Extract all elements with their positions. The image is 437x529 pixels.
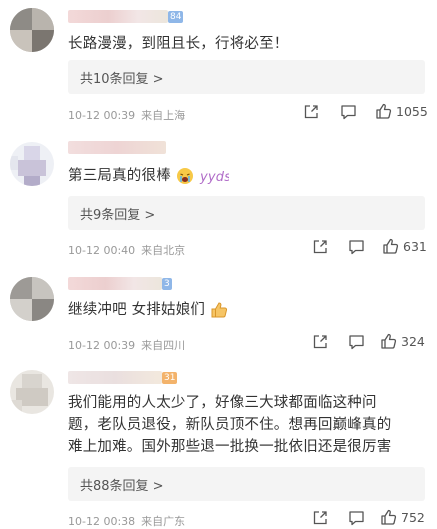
user-level-badge: 84 (168, 11, 184, 23)
comment-button[interactable] (348, 510, 365, 526)
user-level-badge: 31 (162, 372, 178, 384)
share-button[interactable] (312, 510, 328, 526)
comment-text: 继续冲吧 女排姑娘们 (68, 299, 423, 321)
like-button[interactable]: 631 (382, 238, 427, 255)
like-icon (381, 333, 397, 349)
comment-text: 长路漫漫，到阻且长，行将必至！ (68, 36, 289, 52)
crying-emoji-icon (176, 168, 193, 184)
timestamp: 10-12 00:39 (68, 109, 136, 122)
timestamp: 10-12 00:39 (68, 339, 136, 352)
comment-text: 第三局真的很棒 yyds (68, 165, 423, 187)
like-count: 324 (401, 334, 425, 349)
replies-link[interactable]: 共10条回复 > (80, 68, 164, 87)
replies-link[interactable]: 共88条回复 > (80, 475, 164, 494)
comment-button[interactable] (348, 334, 365, 350)
comment-4: 31 我们能用的人太少了，好像三大球都面临这种问 题，老队员退役，新队员顶不住。… (0, 360, 437, 528)
share-icon (304, 105, 318, 119)
sticker-icon: yyds (199, 170, 229, 185)
share-icon (313, 511, 327, 525)
comment-icon (349, 511, 364, 526)
timestamp: 10-12 00:40 (68, 244, 136, 257)
like-icon (376, 103, 392, 119)
share-button[interactable] (303, 104, 319, 120)
share-button[interactable] (312, 334, 328, 350)
like-count: 752 (401, 510, 425, 525)
location: 来自广东 (141, 515, 186, 528)
username[interactable] (68, 371, 162, 384)
location: 来自上海 (141, 109, 186, 122)
comment-icon (349, 240, 364, 255)
comment-text-line: 难上加难。国外那些退一批换一批依旧还是很厉害 (68, 439, 392, 455)
comment-2: 第三局真的很棒 yyds 共9条回复 > 10-12 00:40 来自北京 631 (0, 130, 437, 265)
location: 来自四川 (141, 339, 186, 352)
comment-meta: 10-12 00:40 来自北京 (68, 242, 191, 258)
like-count: 1055 (396, 104, 428, 119)
comment-text-line: 我们能用的人太少了，好像三大球都面临这种问 (68, 395, 377, 411)
thumbs-up-emoji-icon (211, 302, 227, 318)
comment-text-content: 第三局真的很棒 (68, 168, 171, 184)
comment-icon (341, 105, 356, 120)
comment-button[interactable] (340, 104, 357, 120)
avatar[interactable] (10, 142, 54, 186)
replies-box[interactable]: 共9条回复 > (68, 196, 425, 230)
comment-icon (349, 335, 364, 350)
user-level-badge: 3 (162, 278, 172, 290)
share-button[interactable] (312, 239, 328, 255)
username[interactable] (68, 10, 168, 23)
svg-text:yyds: yyds (199, 170, 229, 185)
comment-meta: 10-12 00:39 来自上海 (68, 107, 191, 123)
like-button[interactable]: 1055 (375, 103, 428, 120)
replies-box[interactable]: 共10条回复 > (68, 60, 425, 94)
comment-1: 84 长路漫漫，到阻且长，行将必至！ 共10条回复 > 10-12 00:39 来… (0, 0, 437, 130)
comment-meta: 10-12 00:38 来自广东 (68, 513, 191, 529)
comment-button[interactable] (348, 239, 365, 255)
avatar[interactable] (10, 277, 54, 321)
like-icon (383, 238, 399, 254)
share-icon (313, 240, 327, 254)
replies-link[interactable]: 共9条回复 > (80, 204, 155, 223)
username[interactable] (68, 277, 162, 290)
like-button[interactable]: 324 (380, 333, 425, 350)
replies-box[interactable]: 共88条回复 > (68, 467, 425, 501)
comment-text-content: 继续冲吧 女排姑娘们 (68, 302, 206, 318)
comment-text-line: 题，老队员退役，新队员顶不住。想再回巅峰真的 (68, 417, 392, 433)
username[interactable] (68, 141, 166, 154)
like-icon (381, 509, 397, 525)
comment-meta: 10-12 00:39 来自四川 (68, 337, 191, 353)
avatar[interactable] (10, 370, 54, 414)
share-icon (313, 335, 327, 349)
comment-3: 3 继续冲吧 女排姑娘们 10-12 00:39 来自四川 324 (0, 265, 437, 360)
like-button[interactable]: 752 (380, 509, 425, 526)
like-count: 631 (403, 239, 427, 254)
timestamp: 10-12 00:38 (68, 515, 136, 528)
comment-text: 我们能用的人太少了，好像三大球都面临这种问 题，老队员退役，新队员顶不住。想再回… (68, 392, 423, 458)
location: 来自北京 (141, 244, 186, 257)
avatar[interactable] (10, 8, 54, 52)
